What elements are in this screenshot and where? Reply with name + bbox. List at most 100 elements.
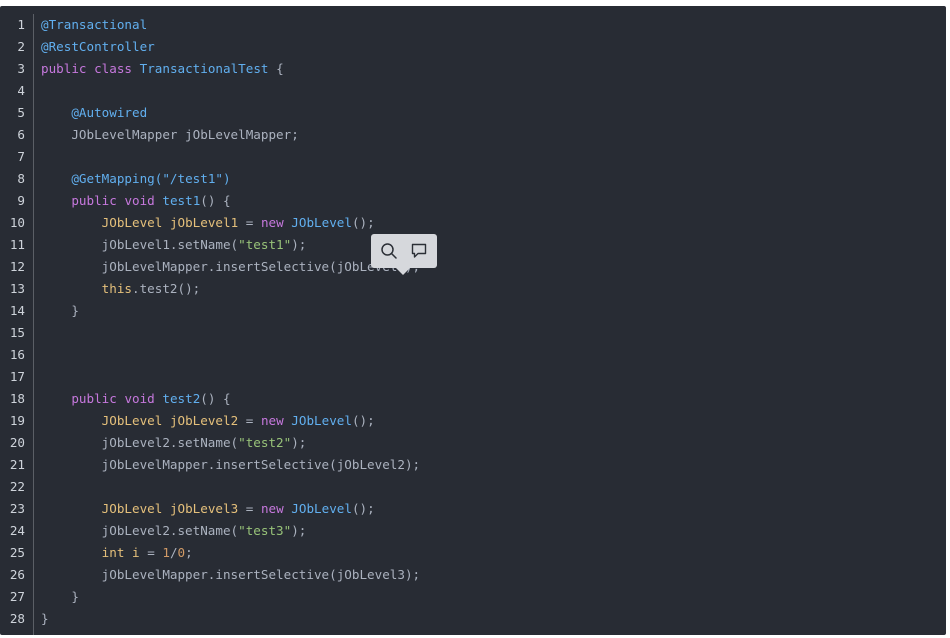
code-token: public xyxy=(71,391,117,406)
line-number: 24 xyxy=(9,523,25,538)
code-text: public void test1() { xyxy=(41,190,231,212)
code-token: public xyxy=(71,193,117,208)
line-number: 20 xyxy=(9,435,25,450)
code-text: JObLevelMapper jObLevelMapper; xyxy=(41,124,299,146)
search-button[interactable] xyxy=(377,239,401,263)
code-line: 8 @GetMapping("/test1") xyxy=(0,168,946,190)
code-token: class xyxy=(94,61,133,76)
code-token: new xyxy=(260,413,284,428)
code-token: new xyxy=(260,215,284,230)
code-token: jObLevel3 xyxy=(169,501,239,516)
code-token: void xyxy=(124,193,155,208)
code-line: 3 public class TransactionalTest { xyxy=(0,58,946,80)
line-number: 3 xyxy=(17,61,25,76)
code-token: i xyxy=(132,545,140,560)
code-token: JObLevelMapper jObLevelMapper; xyxy=(41,127,299,142)
code-line: 25 int i = 1/0; xyxy=(0,542,946,564)
line-number: 16 xyxy=(9,347,25,362)
line-number: 18 xyxy=(9,391,25,406)
code-token: jObLevel2.setName( xyxy=(41,435,239,450)
code-text: this.test2(); xyxy=(41,278,201,300)
code-token: 0 xyxy=(177,545,186,560)
line-number: 10 xyxy=(9,215,25,230)
code-token: () { xyxy=(200,193,231,208)
code-text: public class TransactionalTest { xyxy=(41,58,284,80)
line-number: 4 xyxy=(17,83,25,98)
line-number: 28 xyxy=(9,611,25,626)
code-token: "test2" xyxy=(238,435,292,450)
code-token: public xyxy=(41,61,87,76)
code-line: 19 JObLevel jObLevel2 = new JObLevel(); xyxy=(0,410,946,432)
code-token: test1 xyxy=(162,193,201,208)
comment-button[interactable] xyxy=(407,239,431,263)
code-token: @GetMapping("/test1") xyxy=(71,171,231,186)
code-text: JObLevel jObLevel1 = new JObLevel(); xyxy=(41,212,375,234)
line-number: 23 xyxy=(9,501,25,516)
code-line: 17 xyxy=(0,366,946,388)
line-number: 27 xyxy=(9,589,25,604)
code-token: jObLevelMapper.insertSelective(jObLevel2… xyxy=(41,457,421,472)
code-line: 15 xyxy=(0,322,946,344)
code-text: } xyxy=(41,300,79,322)
code-token: (); xyxy=(351,501,375,516)
code-line: 5 @Autowired xyxy=(0,102,946,124)
code-text: @GetMapping("/test1") xyxy=(41,168,231,190)
code-line: 10 JObLevel jObLevel1 = new JObLevel(); xyxy=(0,212,946,234)
line-number: 7 xyxy=(17,149,25,164)
code-token: } xyxy=(41,303,79,318)
code-token: ); xyxy=(291,435,307,450)
code-line: 21 jObLevelMapper.insertSelective(jObLev… xyxy=(0,454,946,476)
line-number: 2 xyxy=(17,39,25,54)
code-line: 28} xyxy=(0,608,946,630)
code-token: TransactionalTest xyxy=(139,61,269,76)
code-token: (); xyxy=(351,413,375,428)
line-number: 8 xyxy=(17,171,25,186)
code-token: / xyxy=(169,545,178,560)
code-token: test2 xyxy=(162,391,201,406)
code-token: "test1" xyxy=(238,237,292,252)
code-block: 1 @Transactional 2 @RestController 3 public c… xyxy=(0,6,946,635)
code-line: 26 jObLevelMapper.insertSelective(jObLev… xyxy=(0,564,946,586)
code-token: this xyxy=(101,281,133,296)
code-token: = xyxy=(238,413,261,428)
code-line: 12 jObLevelMapper.insertSelective(jObLev… xyxy=(0,256,946,278)
line-number: 25 xyxy=(9,545,25,560)
code-text: JObLevel jObLevel2 = new JObLevel(); xyxy=(41,410,375,432)
code-line: 4 xyxy=(0,80,946,102)
code-token: JObLevel xyxy=(101,413,163,428)
code-token: jObLevelMapper.insertSelective(jObLevel1… xyxy=(41,259,421,274)
line-number: 21 xyxy=(9,457,25,472)
code-token: JObLevel xyxy=(101,501,163,516)
code-text: jObLevel1.setName("test1"); xyxy=(41,234,307,256)
code-text: public void test2() { xyxy=(41,388,231,410)
code-token: JObLevel xyxy=(291,501,352,516)
code-token: jObLevel1.setName( xyxy=(41,237,239,252)
code-token: .test2(); xyxy=(132,281,201,296)
line-number: 9 xyxy=(17,193,25,208)
code-token: } xyxy=(41,589,79,604)
code-token: ); xyxy=(291,523,307,538)
line-number: 5 xyxy=(17,105,25,120)
line-number: 26 xyxy=(9,567,25,582)
code-text: jObLevel2.setName("test2"); xyxy=(41,432,307,454)
line-number: 15 xyxy=(9,325,25,340)
code-lines: 1 @Transactional 2 @RestController 3 public c… xyxy=(0,14,946,630)
line-number: 19 xyxy=(9,413,25,428)
code-token: jObLevel2 xyxy=(169,413,239,428)
line-number: 13 xyxy=(9,281,25,296)
code-text: } xyxy=(41,608,49,630)
code-text: jObLevelMapper.insertSelective(jObLevel2… xyxy=(41,454,420,476)
code-token: JObLevel xyxy=(291,413,352,428)
code-token: () { xyxy=(200,391,231,406)
code-token: (); xyxy=(351,215,375,230)
code-token: @Autowired xyxy=(71,105,148,120)
code-text: @Transactional xyxy=(41,14,147,36)
code-token: @Transactional xyxy=(41,17,148,32)
